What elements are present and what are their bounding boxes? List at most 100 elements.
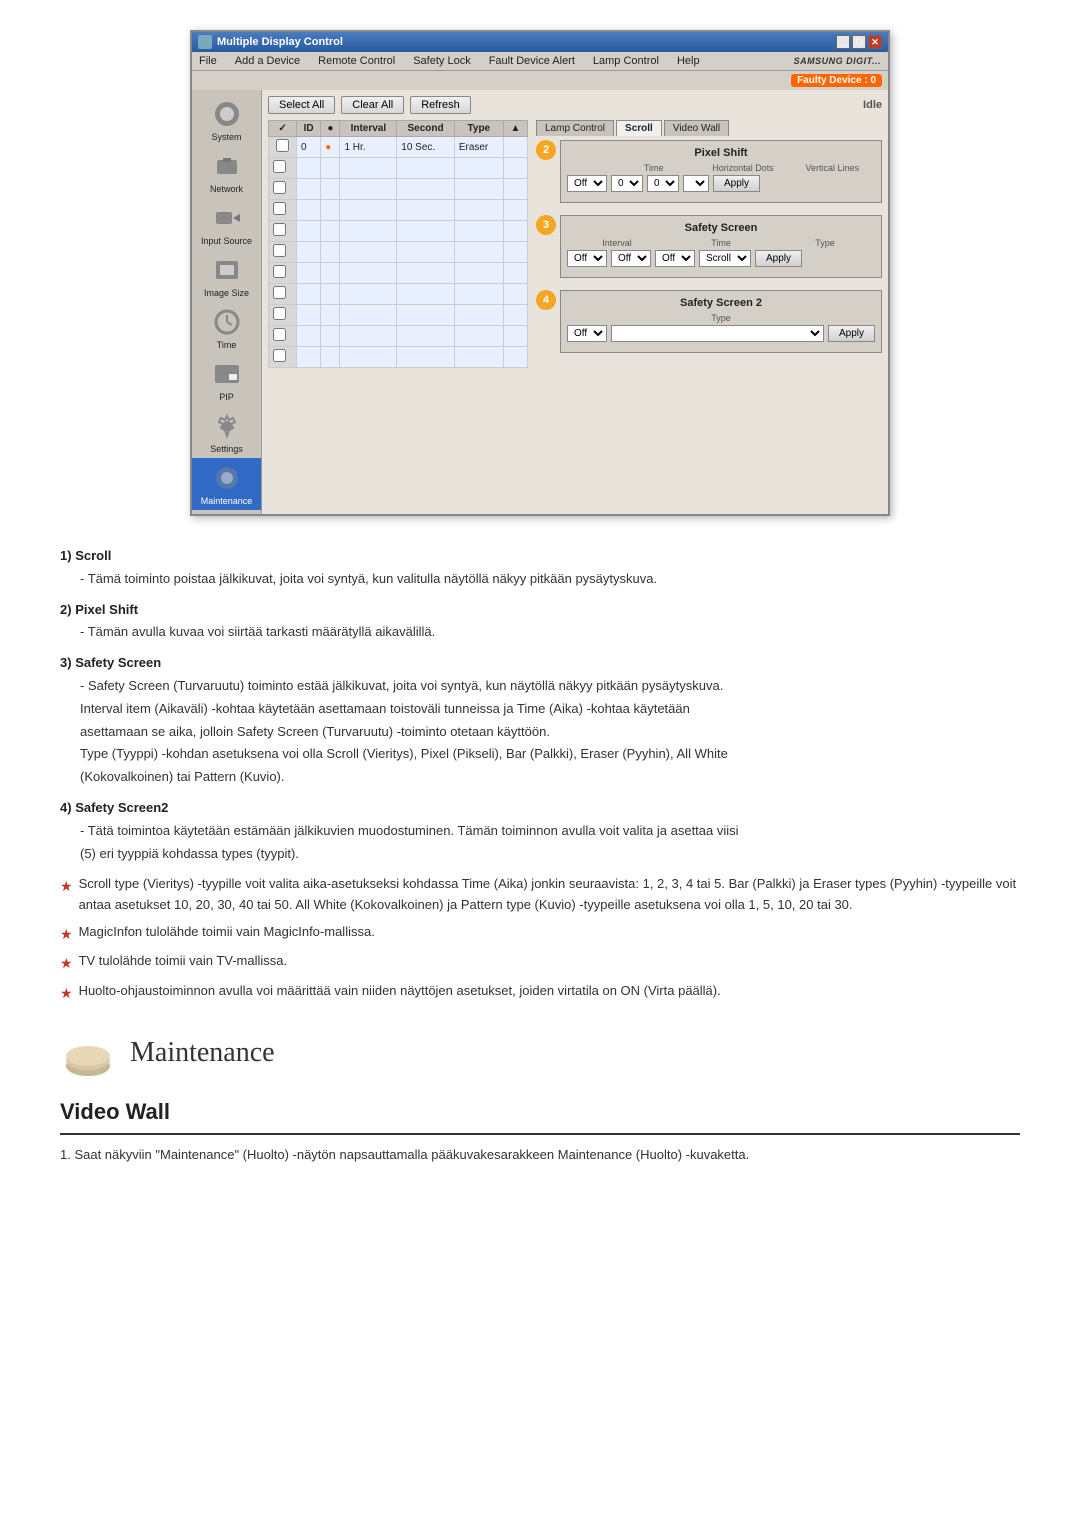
sidebar-label-network: Network <box>210 184 243 194</box>
sidebar-item-image-size[interactable]: Image Size <box>192 250 261 302</box>
device-checkbox[interactable] <box>273 244 286 257</box>
doc-item-1-title: 1) Scroll <box>60 546 1020 567</box>
device-checkbox[interactable] <box>273 328 286 341</box>
doc-title-2: Pixel Shift <box>75 602 138 617</box>
sidebar-item-time[interactable]: Time <box>192 302 261 354</box>
ss2-type-select[interactable] <box>611 325 824 342</box>
ps-col-vlines: Vertical Lines <box>790 163 875 173</box>
safety-screen2-col-labels: Type <box>567 313 875 323</box>
doc-title-3: Safety Screen <box>75 655 161 670</box>
device-checkbox[interactable] <box>276 139 289 152</box>
table-row <box>269 326 528 347</box>
status-text: Idle <box>863 99 882 111</box>
device-checkbox[interactable] <box>273 202 286 215</box>
device-checkbox[interactable] <box>273 160 286 173</box>
star-icon-3: ★ <box>60 952 73 974</box>
sidebar-label-pip: PIP <box>219 392 234 402</box>
doc-item-2: 2) Pixel Shift - Tämän avulla kuvaa voi … <box>60 600 1020 644</box>
ps-time-select[interactable]: 0 <box>611 175 643 192</box>
table-row: 0 ● 1 Hr. 10 Sec. Eraser <box>269 137 528 158</box>
menu-help[interactable]: Help <box>674 54 703 68</box>
samsung-logo: SAMSUNG DIGIT... <box>791 55 884 67</box>
refresh-button[interactable]: Refresh <box>410 96 471 114</box>
tab-scroll[interactable]: Scroll <box>616 120 662 136</box>
device-checkbox[interactable] <box>273 349 286 362</box>
th-scroll: ▲ <box>503 121 527 137</box>
device-checkbox[interactable] <box>273 286 286 299</box>
ss-interval-select[interactable]: Off <box>611 250 651 267</box>
clear-all-button[interactable]: Clear All <box>341 96 404 114</box>
ps-vlines-select[interactable] <box>683 175 709 192</box>
device-checkbox[interactable] <box>273 265 286 278</box>
doc-item-4-desc: - Tätä toimintoa käytetään estämään jälk… <box>60 821 1020 865</box>
menu-bar: File Add a Device Remote Control Safety … <box>192 52 888 71</box>
tab-lamp-control[interactable]: Lamp Control <box>536 120 614 136</box>
select-all-button[interactable]: Select All <box>268 96 335 114</box>
device-checkbox[interactable] <box>273 307 286 320</box>
ss-col-type: Type <box>775 238 875 248</box>
ss-col-interval: Interval <box>567 238 667 248</box>
doc-desc-2-0: - Tämän avulla kuvaa voi siirtää tarkast… <box>80 622 1020 643</box>
device-checkbox[interactable] <box>273 181 286 194</box>
table-row <box>269 221 528 242</box>
sidebar-item-network[interactable]: Network <box>192 146 261 198</box>
menu-add-device[interactable]: Add a Device <box>232 54 303 68</box>
sidebar-item-maintenance[interactable]: Maintenance <box>192 458 261 510</box>
table-area: ✓ ID ● Interval Second Type ▲ <box>268 120 882 368</box>
sidebar-label-image: Image Size <box>204 288 249 298</box>
tab-video-wall[interactable]: Video Wall <box>664 120 729 136</box>
title-bar-controls: _ □ ✕ <box>836 35 882 49</box>
menu-lamp-control[interactable]: Lamp Control <box>590 54 662 68</box>
faulty-device-bar: Faulty Device : 0 <box>192 71 888 90</box>
video-wall-section: Video Wall 1. Saat näkyviin "Maintenance… <box>60 1094 1020 1166</box>
doc-desc-3-3: Type (Tyyppi) -kohdan asetuksena voi oll… <box>80 744 1020 765</box>
menu-remote-control[interactable]: Remote Control <box>315 54 398 68</box>
input-source-icon <box>211 202 243 234</box>
close-button[interactable]: ✕ <box>868 35 882 49</box>
table-row <box>269 347 528 368</box>
network-icon <box>211 150 243 182</box>
maximize-button[interactable]: □ <box>852 35 866 49</box>
ss-time-select[interactable]: Off <box>655 250 695 267</box>
video-wall-item-1: 1. Saat näkyviin "Maintenance" (Huolto) … <box>60 1145 1020 1166</box>
pixel-shift-badge: 2 <box>536 140 556 160</box>
ss-type-select[interactable]: Scroll <box>699 250 751 267</box>
ps-hdots-select[interactable]: 0 <box>647 175 679 192</box>
app-window: Multiple Display Control _ □ ✕ File Add … <box>190 30 890 516</box>
doc-desc-1-0: - Tämä toiminto poistaa jälkikuvat, joit… <box>80 569 1020 590</box>
safety-screen-title: Safety Screen <box>567 222 875 234</box>
menu-safety-lock[interactable]: Safety Lock <box>410 54 473 68</box>
video-wall-title: Video Wall <box>60 1094 1020 1135</box>
ps-onoff-select[interactable]: OffOn <box>567 175 607 192</box>
pixel-shift-panel: Pixel Shift Time Horizontal Dots Vertica… <box>560 140 882 203</box>
safety-screen-apply[interactable]: Apply <box>755 250 802 267</box>
device-checkbox[interactable] <box>273 223 286 236</box>
sidebar-item-system[interactable]: System <box>192 94 261 146</box>
pixel-shift-apply[interactable]: Apply <box>713 175 760 192</box>
ss2-onoff-select[interactable]: OffOn <box>567 325 607 342</box>
doc-desc-3-4: (Kokovalkoinen) tai Pattern (Kuvio). <box>80 767 1020 788</box>
minimize-button[interactable]: _ <box>836 35 850 49</box>
sidebar-item-settings[interactable]: Settings <box>192 406 261 458</box>
menu-file[interactable]: File <box>196 54 220 68</box>
sidebar: System Network Input Source Image Size <box>192 90 262 514</box>
doc-desc-4-0: - Tätä toimintoa käytetään estämään jälk… <box>80 821 1020 842</box>
row-interval: 1 Hr. <box>340 137 397 158</box>
ss-onoff-select[interactable]: OffOn <box>567 250 607 267</box>
menu-fault-device-alert[interactable]: Fault Device Alert <box>486 54 578 68</box>
device-list-table: ✓ ID ● Interval Second Type ▲ <box>268 120 528 368</box>
safety-screen-col-labels: Interval Time Type <box>567 238 875 248</box>
sidebar-item-input-source[interactable]: Input Source <box>192 198 261 250</box>
doc-num-2: 2) <box>60 602 72 617</box>
row-checkbox[interactable] <box>269 137 297 158</box>
app-title: Multiple Display Control <box>217 36 343 48</box>
tab-bar: Lamp Control Scroll Video Wall <box>536 120 882 136</box>
toolbar: Select All Clear All Refresh Idle <box>268 96 882 114</box>
th-second: Second <box>397 121 455 137</box>
safety-screen2-apply[interactable]: Apply <box>828 325 875 342</box>
table-row <box>269 263 528 284</box>
main-panel: Select All Clear All Refresh Idle ✓ ID ● <box>262 90 888 514</box>
sidebar-item-pip[interactable]: PIP <box>192 354 261 406</box>
row-dot: ● <box>321 137 340 158</box>
th-id: ID <box>297 121 321 137</box>
